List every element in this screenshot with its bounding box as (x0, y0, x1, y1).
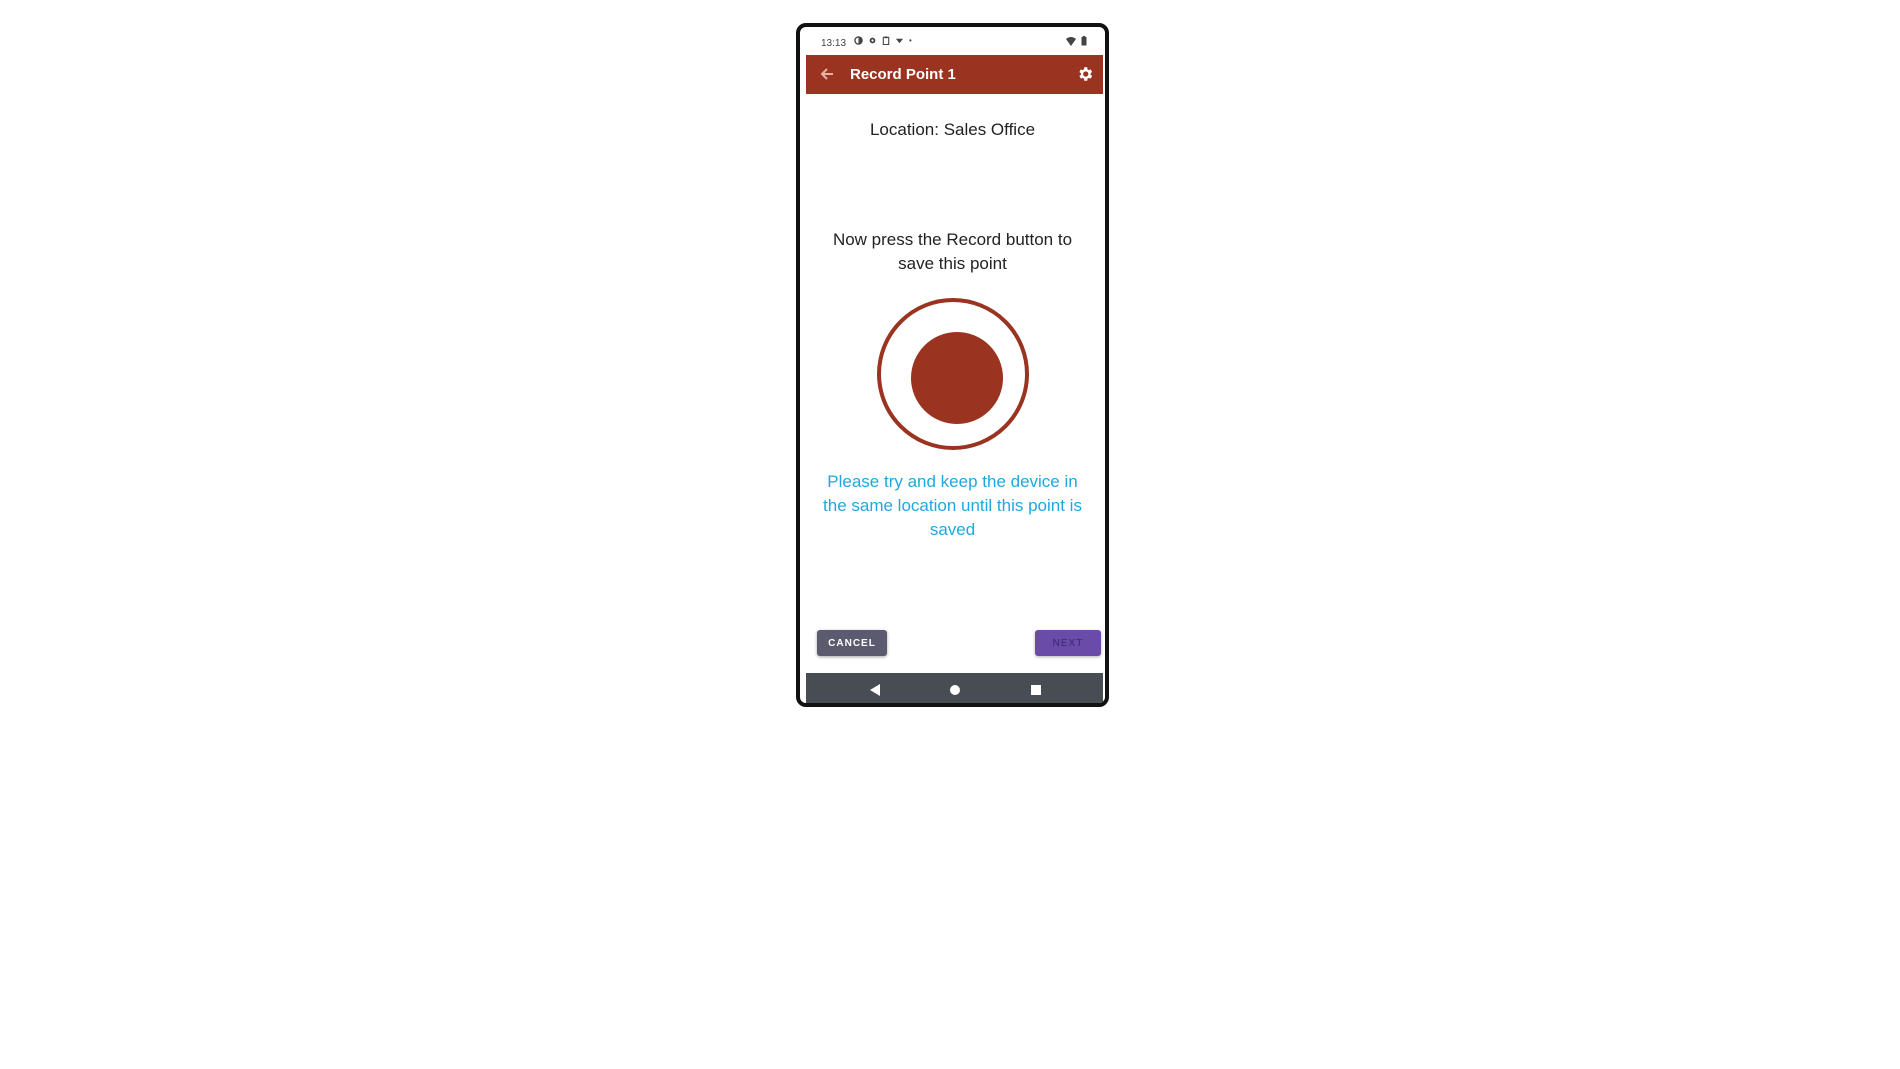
nav-home-icon[interactable] (950, 685, 960, 695)
clipboard-icon (882, 36, 890, 45)
app-bar: Record Point 1 (806, 55, 1103, 94)
status-icons-right (1066, 36, 1087, 46)
next-button[interactable]: NEXT (1035, 630, 1101, 656)
battery-icon (1081, 36, 1087, 46)
settings-status-icon (869, 37, 876, 44)
gear-icon[interactable] (1076, 65, 1094, 83)
status-time: 13:13 (821, 38, 847, 49)
record-button[interactable] (877, 298, 1029, 450)
back-arrow-icon[interactable] (818, 65, 836, 83)
location-label: Location: Sales Office (869, 120, 1036, 139)
system-nav-bar (806, 673, 1103, 703)
status-bar: 13:13 • (800, 27, 1105, 55)
cancel-button[interactable]: CANCEL (817, 630, 887, 656)
instruction-text: Now press the Record button to save this… (832, 230, 1073, 273)
page-title: Record Point 1 (850, 66, 956, 83)
phone-frame: 13:13 • Record Point 1 Location: Sales O… (796, 23, 1109, 707)
record-icon (911, 332, 1003, 424)
wifi-icon (1066, 36, 1076, 46)
vpn-icon (895, 38, 904, 44)
nav-back-icon[interactable] (870, 684, 880, 696)
dot-icon: • (909, 36, 912, 45)
data-saver-icon (854, 36, 863, 45)
status-icons-left: • (854, 36, 912, 45)
nav-recents-icon[interactable] (1031, 685, 1041, 695)
warning-text: Please try and keep the device in the sa… (823, 472, 1082, 539)
